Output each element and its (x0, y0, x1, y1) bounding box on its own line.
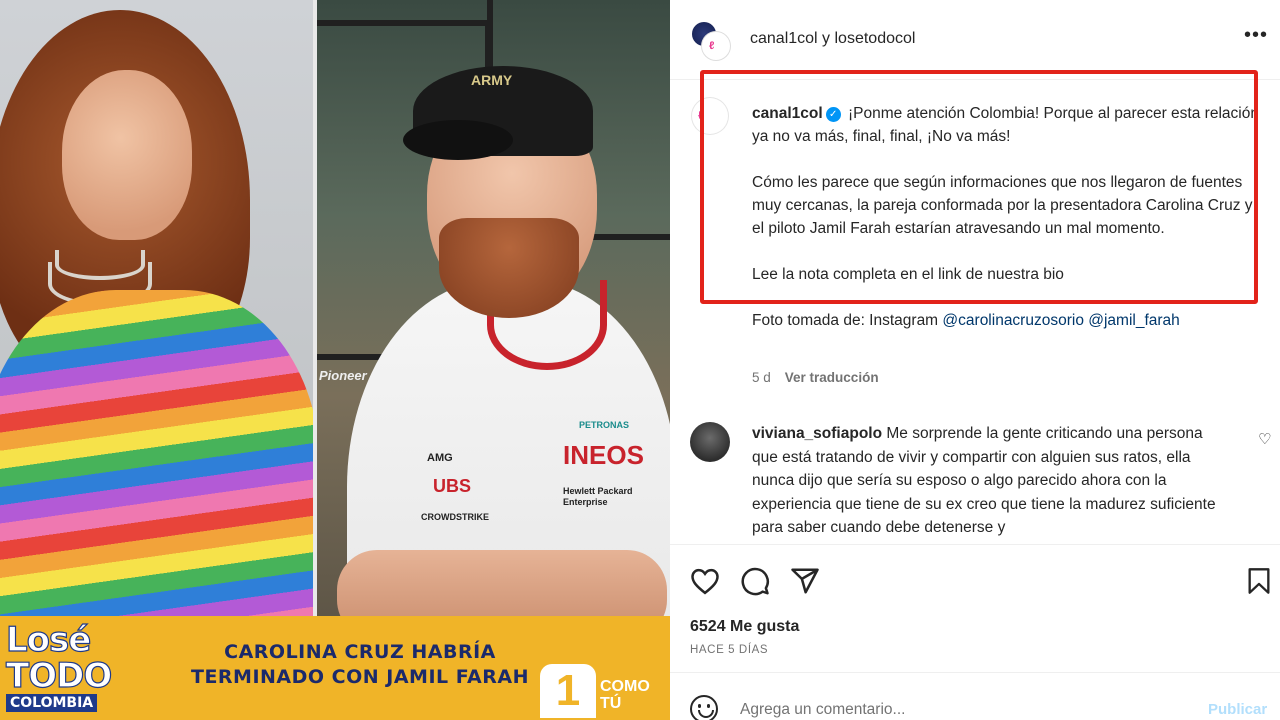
avatar-logo-mark: ℓ (698, 108, 704, 122)
caption-photo-credit: Foto tomada de: Instagram (752, 312, 939, 329)
photo-man: Pioneer PETRONAS INEOS UBS CROWDSTRIKE H… (317, 0, 670, 720)
caption-time[interactable]: 5 d (752, 370, 771, 385)
woman-face (62, 70, 192, 240)
caption-username[interactable]: canal1col (752, 105, 823, 122)
comment-input[interactable] (740, 701, 1140, 719)
channel-logo: 1 COMO TÚ (540, 664, 660, 718)
logo-line-3: COLOMBIA (6, 694, 98, 712)
losetodo-logo: Losé TODO COLOMBIA (5, 612, 136, 716)
avatar-losetodocol[interactable]: ℓ (702, 32, 730, 60)
add-comment-bar: Publicar (670, 672, 1280, 720)
shirt-brand-ineos: INEOS (563, 440, 644, 470)
heart-icon[interactable] (690, 567, 720, 595)
send-icon[interactable] (790, 567, 820, 595)
comment-icon[interactable] (740, 567, 770, 597)
logo-line-1: Losé (5, 619, 92, 660)
mention-link-1[interactable]: @carolinacruzosorio (942, 312, 1084, 329)
channel-mark: 1 (540, 664, 596, 718)
man-cap-brim (403, 120, 513, 160)
comment-avatar[interactable] (690, 422, 730, 462)
shirt-brand-petronas: PETRONAS (579, 420, 630, 430)
caption-meta: 5 d Ver traducción (752, 370, 879, 385)
channel-line-1: COMO (600, 678, 650, 695)
channel-text: COMO TÚ (600, 678, 650, 712)
caption-avatar[interactable]: ℓ (692, 98, 728, 134)
post-panel: ℓ canal1col y losetodocol ••• ℓ canal1co… (670, 0, 1280, 720)
post-caption: canal1col ✓ ¡Ponme atención Colombia! Por… (752, 102, 1262, 332)
comment: viviana_sofiapolo Me sorprende la gente … (752, 422, 1222, 540)
post-timestamp: HACE 5 DÍAS (690, 644, 769, 656)
publish-button[interactable]: Publicar (1208, 701, 1267, 718)
shirt-brand-amg: AMG (427, 452, 453, 464)
channel-line-2: TÚ (600, 695, 622, 712)
man-beard (439, 218, 579, 318)
comment-heart-icon[interactable]: ♡ (1258, 430, 1271, 448)
logo-line-2: TODO (5, 655, 112, 696)
post-authors[interactable]: canal1col y losetodocol (750, 30, 915, 48)
like-count[interactable]: 6524 Me gusta (690, 618, 799, 636)
action-bar (670, 544, 1280, 614)
avatar-logo-mark: ℓ (709, 40, 715, 52)
shirt-brand-hpe: Hewlett Packard Enterprise (563, 486, 633, 507)
comment-username[interactable]: viviana_sofiapolo (752, 425, 882, 442)
shirt-brand-crowdstrike: CROWDSTRIKE (421, 512, 489, 522)
shirt-brand-ubs: UBS (433, 476, 472, 496)
background-sign: Pioneer (319, 368, 367, 383)
caption-paragraph-4: Foto tomada de: Instagram @carolinacruzo… (752, 309, 1262, 332)
banner-headline: CAROLINA CRUZ HABRÍA TERMINADO CON JAMIL… (190, 641, 529, 688)
post-header: ℓ canal1col y losetodocol ••• (670, 0, 1280, 80)
caption-paragraph-3: Lee la nota completa en el link de nuest… (752, 266, 1064, 283)
emoji-icon[interactable] (690, 695, 718, 720)
more-horizontal-icon[interactable]: ••• (1244, 24, 1268, 47)
verified-badge-icon: ✓ (825, 107, 841, 122)
mention-link-2[interactable]: @jamil_farah (1088, 312, 1180, 329)
caption-paragraph-2: Cómo les parece que según informaciones … (752, 174, 1253, 237)
translate-link[interactable]: Ver traducción (785, 370, 879, 385)
bookmark-icon[interactable] (1246, 567, 1272, 595)
cap-text: ARMY (471, 72, 513, 88)
